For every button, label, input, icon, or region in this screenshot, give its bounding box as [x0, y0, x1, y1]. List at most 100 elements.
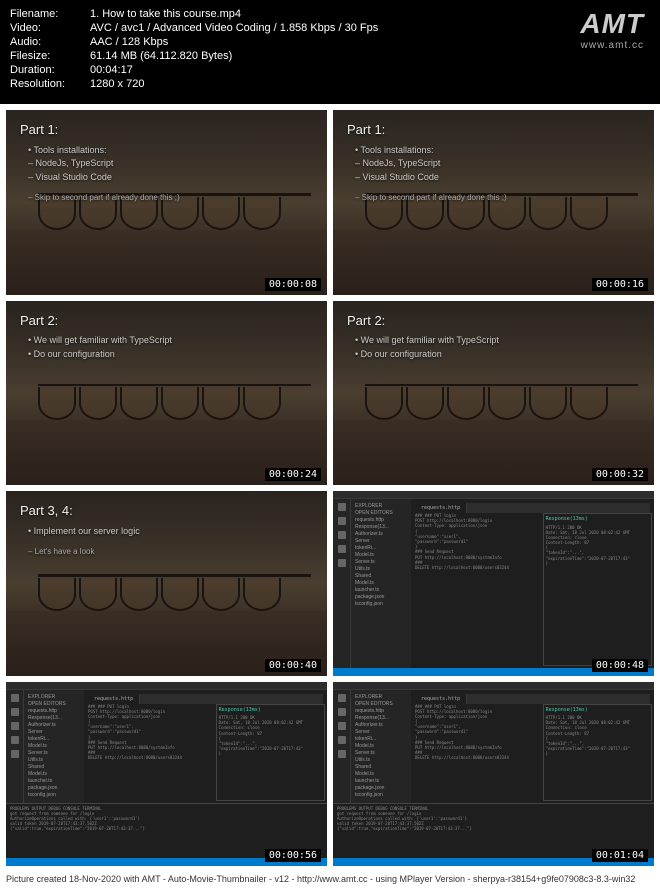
duration-value: 00:04:17: [90, 64, 378, 76]
thumbnail-8: EXPLOREROPEN EDITORSrequests.httpRespons…: [333, 682, 654, 867]
vscode-editor[interactable]: requests.http### ### PUT loginPOST http:…: [411, 690, 654, 803]
activity-icon[interactable]: [338, 722, 346, 730]
explorer-item[interactable]: Authorizer.ts: [355, 531, 407, 538]
explorer-item[interactable]: launcher.ts: [355, 778, 407, 785]
thumbnail-timestamp: 00:00:08: [265, 278, 321, 291]
thumbnail-timestamp: 00:00:48: [592, 659, 648, 672]
vscode-editor[interactable]: requests.http### ### PUT loginPOST http:…: [411, 499, 654, 668]
explorer-item[interactable]: tsconfig.json: [355, 601, 407, 608]
slide-bullet: • Do our configuration: [20, 348, 172, 362]
resolution-label: Resolution:: [10, 78, 80, 90]
explorer-item[interactable]: Authorizer.ts: [355, 722, 407, 729]
explorer-item[interactable]: tokenRi...: [355, 736, 407, 743]
activity-icon[interactable]: [338, 545, 346, 553]
explorer-item[interactable]: Response(13...: [355, 715, 407, 722]
explorer-item[interactable]: Server.ts: [355, 750, 407, 757]
filesize-value: 61.14 MB (64.112.820 Bytes): [90, 50, 378, 62]
activity-icon[interactable]: [11, 750, 19, 758]
slide-bullet: • Do our configuration: [347, 348, 499, 362]
activity-icon[interactable]: [11, 736, 19, 744]
explorer-item[interactable]: Server: [28, 729, 80, 736]
explorer-item[interactable]: launcher.ts: [28, 778, 80, 785]
response-header: Response(13ms): [546, 707, 649, 714]
explorer-item[interactable]: requests.http: [355, 517, 407, 524]
activity-icon[interactable]: [338, 503, 346, 511]
editor-tab[interactable]: requests.http: [88, 694, 140, 704]
video-label: Video:: [10, 22, 80, 34]
activity-icon[interactable]: [338, 736, 346, 744]
activity-icon[interactable]: [11, 694, 19, 702]
vscode-editor[interactable]: requests.http### ### PUT loginPOST http:…: [84, 690, 327, 803]
activity-icon[interactable]: [338, 517, 346, 525]
explorer-item[interactable]: requests.http: [355, 708, 407, 715]
thumbnail-grid: Part 1: • Tools installations: – NodeJs, T…: [0, 104, 660, 872]
editor-tab[interactable]: requests.http: [415, 503, 467, 513]
slide-title: Part 2:: [20, 311, 172, 331]
slide-text: Part 2:• We will get familiar with TypeS…: [347, 311, 499, 362]
explorer-item[interactable]: Server: [355, 729, 407, 736]
explorer-item[interactable]: tsconfig.json: [28, 792, 80, 799]
slide-note: – Let's have a look: [20, 546, 140, 558]
vscode-explorer: EXPLOREROPEN EDITORSrequests.httpRespons…: [351, 690, 411, 803]
thumbnail-6: EXPLOREROPEN EDITORSrequests.httpRespons…: [333, 491, 654, 676]
thumbnail-timestamp: 00:00:24: [265, 468, 321, 481]
thumbnail-2: Part 1:• Tools installations:– NodeJs, T…: [333, 110, 654, 295]
explorer-item[interactable]: Model.ts: [28, 743, 80, 750]
filename-value: 1. How to take this course.mp4: [90, 8, 378, 20]
explorer-item[interactable]: Response(13...: [28, 715, 80, 722]
slide-bullet: – NodeJs, TypeScript: [347, 157, 507, 171]
explorer-item[interactable]: package.json: [355, 594, 407, 601]
http-response-panel: Response(13ms)HTTP/1.1 200 OKDate: Sat, …: [543, 513, 652, 666]
activity-icon[interactable]: [338, 750, 346, 758]
vscode-activity-bar: [333, 690, 351, 803]
amt-logo: AMT www.amt.cc: [580, 8, 650, 51]
activity-icon[interactable]: [11, 722, 19, 730]
slide-text: Part 3, 4:• Implement our server logic– …: [20, 501, 140, 558]
explorer-item[interactable]: Server: [355, 538, 407, 545]
filename-label: Filename:: [10, 8, 80, 20]
explorer-item[interactable]: Model.ts: [28, 771, 80, 778]
thumbnail-timestamp: 00:01:04: [592, 849, 648, 862]
explorer-item[interactable]: Utils.ts: [355, 757, 407, 764]
slide-text: Part 2:• We will get familiar with TypeS…: [20, 311, 172, 362]
explorer-item[interactable]: Shared: [28, 764, 80, 771]
explorer-item[interactable]: Authorizer.ts: [28, 722, 80, 729]
explorer-item[interactable]: tsconfig.json: [355, 792, 407, 799]
explorer-item[interactable]: package.json: [28, 785, 80, 792]
explorer-item[interactable]: launcher.ts: [355, 587, 407, 594]
explorer-item[interactable]: Model.ts: [355, 743, 407, 750]
explorer-item[interactable]: Utils.ts: [355, 566, 407, 573]
explorer-item[interactable]: tokenRi...: [355, 545, 407, 552]
explorer-item[interactable]: OPEN EDITORS: [355, 510, 407, 517]
activity-icon[interactable]: [11, 708, 19, 716]
explorer-item[interactable]: OPEN EDITORS: [28, 701, 80, 708]
explorer-item[interactable]: package.json: [355, 785, 407, 792]
explorer-item[interactable]: Shared: [355, 573, 407, 580]
logo-text: AMT: [580, 8, 644, 40]
explorer-item[interactable]: Shared: [355, 764, 407, 771]
audio-label: Audio:: [10, 36, 80, 48]
terminal-line: {"valid":true,"expirationTime":"2019-07-…: [337, 826, 650, 831]
explorer-item[interactable]: Model.ts: [355, 580, 407, 587]
explorer-item[interactable]: OPEN EDITORS: [355, 701, 407, 708]
slide-text: Part 1:• Tools installations:– NodeJs, T…: [347, 120, 507, 204]
slide-bullet: • Tools installations:: [20, 144, 180, 158]
explorer-item[interactable]: Utils.ts: [28, 757, 80, 764]
vscode-explorer: EXPLOREROPEN EDITORSrequests.httpRespons…: [24, 690, 84, 803]
explorer-item[interactable]: Model.ts: [355, 771, 407, 778]
explorer-item[interactable]: requests.http: [28, 708, 80, 715]
explorer-item[interactable]: tokenRi...: [28, 736, 80, 743]
activity-icon[interactable]: [338, 708, 346, 716]
thumbnail-4: Part 2:• We will get familiar with TypeS…: [333, 301, 654, 486]
thumbnail-timestamp: 00:00:16: [592, 278, 648, 291]
explorer-item[interactable]: Response(13...: [355, 524, 407, 531]
slide-title: Part 1:: [20, 120, 180, 140]
activity-icon[interactable]: [338, 694, 346, 702]
explorer-item[interactable]: Model.ts: [355, 552, 407, 559]
activity-icon[interactable]: [338, 531, 346, 539]
activity-icon[interactable]: [338, 559, 346, 567]
vscode-explorer: EXPLOREROPEN EDITORSrequests.httpRespons…: [351, 499, 411, 668]
editor-tab[interactable]: requests.http: [415, 694, 467, 704]
explorer-item[interactable]: Server.ts: [28, 750, 80, 757]
explorer-item[interactable]: Server.ts: [355, 559, 407, 566]
